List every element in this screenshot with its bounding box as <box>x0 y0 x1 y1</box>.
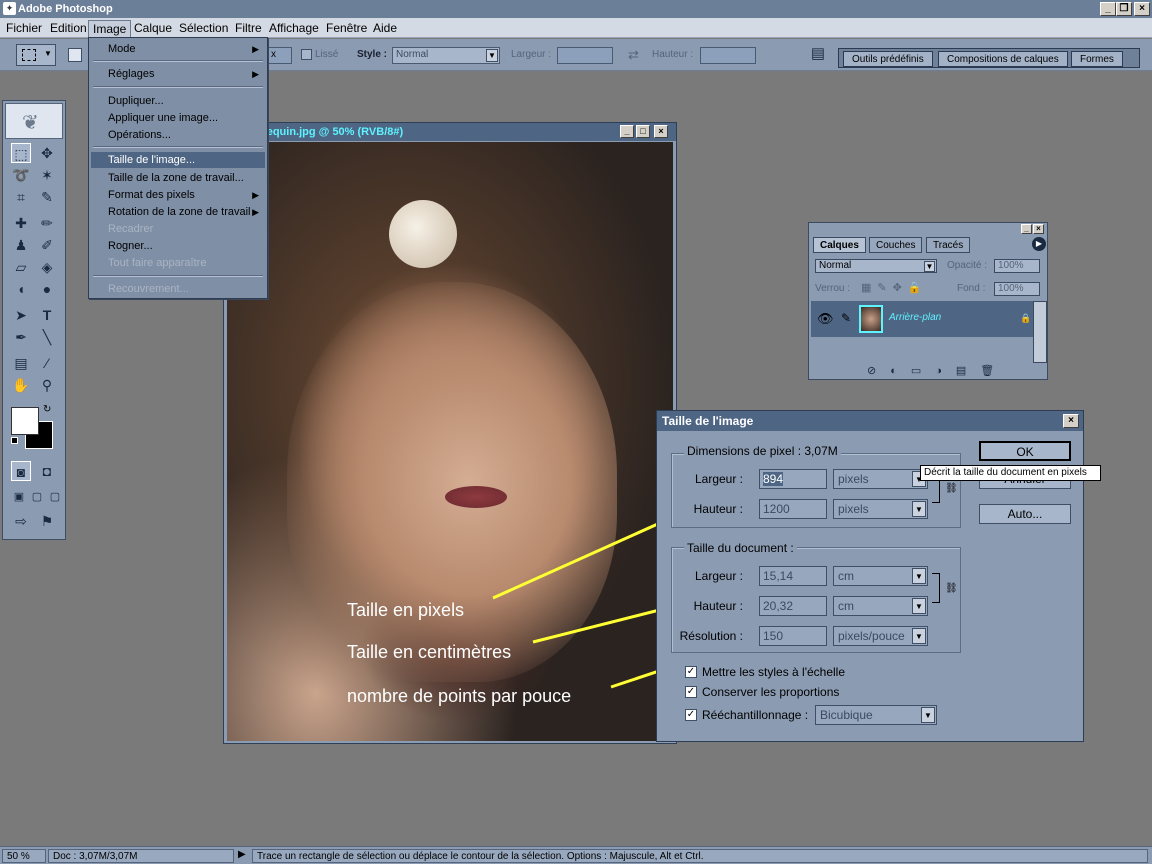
chain-link-icon: ⛓ <box>945 583 958 594</box>
menu-item-taille-image[interactable]: Taille de l'image... <box>91 152 265 168</box>
pixel-dimensions-label: Dimensions de pixel : 3,07M <box>684 444 841 458</box>
brush-link-icon: ✎ <box>841 311 852 325</box>
chain-link-icon: ⛓ <box>945 483 958 494</box>
dialog-title: Taille de l'image <box>662 414 754 428</box>
image-size-dialog: Taille de l'image × Dimensions de pixel … <box>656 410 1084 742</box>
tab-couches[interactable]: Couches <box>869 237 923 253</box>
palette-minimize-button[interactable]: _ <box>1021 224 1032 234</box>
status-bar: 50 % Doc : 3,07M/3,07M ▶ Trace un rectan… <box>0 846 1152 864</box>
px-height-label: Hauteur : <box>693 502 743 516</box>
menu-item-rotation[interactable]: Rotation de la zone de travail ▶ <box>91 204 265 220</box>
dialog-close-button[interactable]: × <box>1063 414 1079 428</box>
doc-width-label: Largeur : <box>694 569 743 583</box>
resample-checkbox[interactable]: ✓ <box>685 709 697 721</box>
image-menu-dropdown: Mode ▶ Réglages ▶ Dupliquer... Appliquer u… <box>88 37 268 299</box>
submenu-arrow-icon: ▶ <box>252 207 259 217</box>
menu-separator <box>93 146 263 148</box>
menu-item-rogner[interactable]: Rogner... <box>91 238 265 254</box>
doc-width-unit-select[interactable]: cm ▼ <box>833 566 928 586</box>
px-width-unit-select[interactable]: pixels ▼ <box>833 469 928 489</box>
doc-width-input[interactable]: 15,14 <box>759 566 827 586</box>
menu-separator <box>93 60 263 62</box>
lock-label: Verrou : <box>815 283 851 294</box>
submenu-arrow-icon: ▶ <box>252 190 259 200</box>
resolution-input[interactable]: 150 <box>759 626 827 646</box>
ok-button[interactable]: OK <box>979 441 1071 461</box>
menu-item-reglages[interactable]: Réglages ▶ <box>91 66 265 82</box>
px-width-label: Largeur : <box>694 472 743 486</box>
resolution-unit-select[interactable]: pixels/pouce ▼ <box>833 626 928 646</box>
layer-name: Arrière-plan <box>889 312 942 323</box>
layer-action-icons[interactable]: ⊘◐▭◑▤🗑 <box>867 364 1008 377</box>
submenu-arrow-icon: ▶ <box>252 44 259 54</box>
menu-item-format-pixels[interactable]: Format des pixels ▶ <box>91 187 265 203</box>
dialog-title-bar[interactable]: Taille de l'image <box>657 411 1083 431</box>
opacity-input[interactable]: 100% <box>994 259 1040 273</box>
menu-separator <box>93 86 263 88</box>
opacity-label: Opacité : <box>947 260 988 271</box>
resolution-label: Résolution : <box>679 629 743 643</box>
chevron-down-icon: ▼ <box>924 261 935 272</box>
chevron-down-icon: ▼ <box>921 707 935 723</box>
doc-height-label: Hauteur : <box>693 599 743 613</box>
blend-mode-select[interactable]: Normal ▼ <box>815 259 937 273</box>
doc-size-status: Doc : 3,07M/3,07M <box>48 849 234 863</box>
fill-label: Fond : <box>957 283 986 294</box>
px-height-input[interactable]: 1200 <box>759 499 827 519</box>
document-size-label: Taille du document : <box>684 541 797 555</box>
status-hint: Trace un rectangle de sélection ou dépla… <box>252 849 1148 863</box>
scale-styles-checkbox[interactable]: ✓ <box>685 666 697 678</box>
resample-label: Rééchantillonnage : <box>702 708 809 722</box>
palette-close-button[interactable]: × <box>1033 224 1044 234</box>
layers-scrollbar[interactable] <box>1033 301 1047 363</box>
layers-palette: _ × Calques Couches Tracés ▶ Normal ▼ Op… <box>808 222 1048 380</box>
scale-styles-label: Mettre les styles à l'échelle <box>702 665 846 679</box>
fill-input[interactable]: 100% <box>994 282 1040 296</box>
lock-icons[interactable]: ▦✎✥🔒 <box>861 281 928 294</box>
layer-row-background[interactable]: 👁 ✎ Arrière-plan 🔒 <box>811 301 1033 337</box>
chevron-down-icon: ▼ <box>912 598 926 614</box>
menu-item-recadrer: Recadrer <box>108 223 154 235</box>
menu-item-recouvrement: Recouvrement... <box>108 283 189 295</box>
constrain-proportions-label: Conserver les proportions <box>702 685 840 699</box>
doc-height-input[interactable]: 20,32 <box>759 596 827 616</box>
menu-item-tout-faire-apparaitre: Tout faire apparaître <box>108 257 207 269</box>
tab-calques[interactable]: Calques <box>813 237 866 253</box>
palette-menu-icon[interactable]: ▶ <box>1032 237 1046 251</box>
chevron-down-icon: ▼ <box>912 568 926 584</box>
menu-separator <box>93 275 263 277</box>
menu-item-operations[interactable]: Opérations... <box>91 127 265 143</box>
resample-method-select[interactable]: Bicubique ▼ <box>815 705 937 725</box>
menu-item-mode[interactable]: Mode ▶ <box>91 41 265 57</box>
lock-icon: 🔒 <box>1020 313 1032 323</box>
doc-height-unit-select[interactable]: cm ▼ <box>833 596 928 616</box>
eye-visibility-icon[interactable]: 👁 <box>817 311 834 327</box>
chevron-down-icon: ▼ <box>912 501 926 517</box>
px-height-unit-select[interactable]: pixels ▼ <box>833 499 928 519</box>
chevron-down-icon: ▼ <box>912 628 926 644</box>
submenu-arrow-icon: ▶ <box>252 69 259 79</box>
menu-item-dupliquer[interactable]: Dupliquer... <box>91 93 265 109</box>
doc-link-bracket <box>932 573 940 603</box>
constrain-proportions-checkbox[interactable]: ✓ <box>685 686 697 698</box>
auto-button[interactable]: Auto... <box>979 504 1071 524</box>
px-width-input[interactable]: 894 <box>759 469 827 489</box>
menu-item-taille-zone-travail[interactable]: Taille de la zone de travail... <box>91 170 265 186</box>
blend-mode-value: Normal <box>819 260 852 271</box>
layer-thumbnail <box>859 305 883 333</box>
tab-traces[interactable]: Tracés <box>926 237 971 253</box>
zoom-level[interactable]: 50 % <box>2 849 46 863</box>
status-menu-arrow-icon[interactable]: ▶ <box>238 849 246 860</box>
tooltip: Décrit la taille du document en pixels <box>920 465 1101 481</box>
menu-item-appliquer-image[interactable]: Appliquer une image... <box>91 110 265 126</box>
